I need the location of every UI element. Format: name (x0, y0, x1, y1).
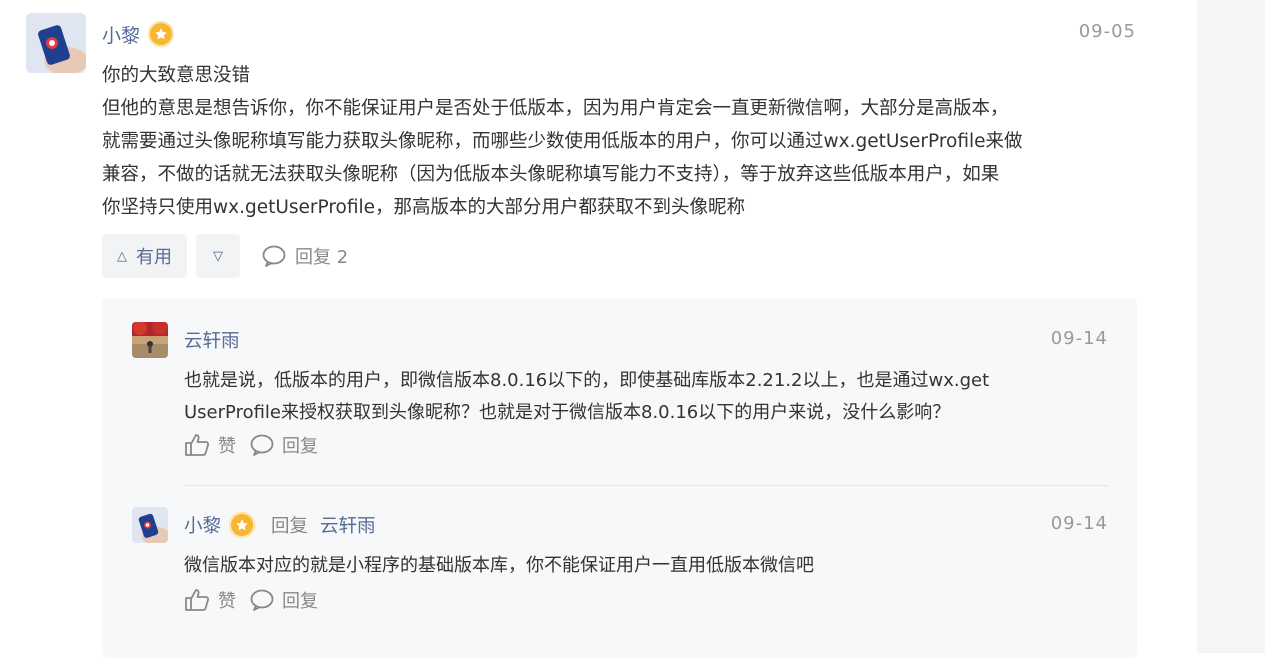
reply-button[interactable]: 回复 2 (262, 243, 348, 269)
thumbs-up-icon (185, 434, 210, 456)
right-sidebar (1197, 0, 1265, 653)
reply-label: 回复 (282, 591, 318, 612)
reply-item: 云轩雨 09-14 也就是说，低版本的用户，即微信版本8.0.16以下的，即使基… (132, 322, 1108, 472)
comment-bubble-icon (250, 434, 274, 456)
reply-button[interactable]: 回复 (250, 587, 318, 613)
star-badge-icon (229, 512, 256, 538)
author-name[interactable]: 小黎 (184, 512, 221, 538)
author-name[interactable]: 小黎 (102, 21, 140, 48)
useful-label: 有用 (136, 247, 172, 268)
comment-bubble-icon (262, 245, 286, 267)
reply-divider (184, 485, 1108, 486)
post-actions: △ 有用 ▽ 回复 2 (102, 234, 348, 278)
post-line: 你的大致意思没错 (102, 65, 251, 86)
reply-date: 09-14 (1050, 328, 1108, 349)
reply-label: 回复 (282, 436, 318, 457)
useful-button[interactable]: △ 有用 (102, 234, 187, 278)
post-line: 就需要通过头像昵称填写能力获取头像昵称，而哪些少数使用低版本的用户，你可以通过w… (102, 131, 1023, 152)
author-row: 云轩雨 (184, 322, 240, 358)
avatar[interactable] (132, 322, 168, 358)
avatar[interactable] (26, 13, 86, 73)
author-row: 小黎 回复 云轩雨 (184, 507, 376, 543)
reply-item: 小黎 回复 云轩雨 09-14 微信版本对应的就是小程序的基础版本库，你不能保证… (132, 507, 1108, 627)
reply-line: UserProfile来授权获取到头像昵称？也就是对于微信版本8.0.16以下的… (184, 402, 951, 423)
reply-count-label: 回复 2 (295, 247, 349, 268)
like-button[interactable]: 赞 (184, 432, 236, 458)
author-name[interactable]: 云轩雨 (184, 327, 240, 353)
post-content: 你的大致意思没错 但他的意思是想告诉你，你不能保证用户是否处于低版本，因为用户肯… (102, 59, 1136, 224)
reply-line: 也就是说，低版本的用户，即微信版本8.0.16以下的，即使基础库版本2.21.2… (184, 370, 990, 391)
reply-actions: 赞 回复 (184, 432, 332, 458)
author-row: 小黎 (102, 19, 175, 49)
reply-line: 微信版本对应的就是小程序的基础版本库，你不能保证用户一直用低版本微信吧 (184, 555, 814, 576)
post-line: 你坚持只使用wx.getUserProfile，那高版本的大部分用户都获取不到头… (102, 197, 746, 218)
triangle-down-icon: ▽ (213, 248, 223, 264)
replies-panel: 云轩雨 09-14 也就是说，低版本的用户，即微信版本8.0.16以下的，即使基… (102, 298, 1137, 658)
reply-to-word: 回复 (271, 516, 309, 537)
star-badge-icon (148, 21, 175, 47)
reply-content: 微信版本对应的就是小程序的基础版本库，你不能保证用户一直用低版本微信吧 (184, 550, 1108, 582)
reply-date: 09-14 (1050, 513, 1108, 534)
like-button[interactable]: 赞 (184, 587, 236, 613)
post-date: 09-05 (1078, 21, 1136, 42)
post-line: 兼容，不做的话就无法获取头像昵称（因为低版本头像昵称填写能力不支持），等于放弃这… (102, 164, 1000, 185)
like-label: 赞 (218, 436, 236, 457)
comment-bubble-icon (250, 589, 274, 611)
not-useful-button[interactable]: ▽ (196, 234, 240, 278)
avatar[interactable] (132, 507, 168, 543)
reply-content: 也就是说，低版本的用户，即微信版本8.0.16以下的，即使基础库版本2.21.2… (184, 365, 1108, 429)
reply-to-name[interactable]: 云轩雨 (320, 512, 376, 538)
like-label: 赞 (218, 591, 236, 612)
post-line: 但他的意思是想告诉你，你不能保证用户是否处于低版本，因为用户肯定会一直更新微信啊… (102, 98, 1009, 119)
thumbs-up-icon (185, 589, 210, 611)
reply-button[interactable]: 回复 (250, 432, 318, 458)
triangle-up-icon: △ (117, 248, 127, 264)
reply-actions: 赞 回复 (184, 587, 332, 613)
